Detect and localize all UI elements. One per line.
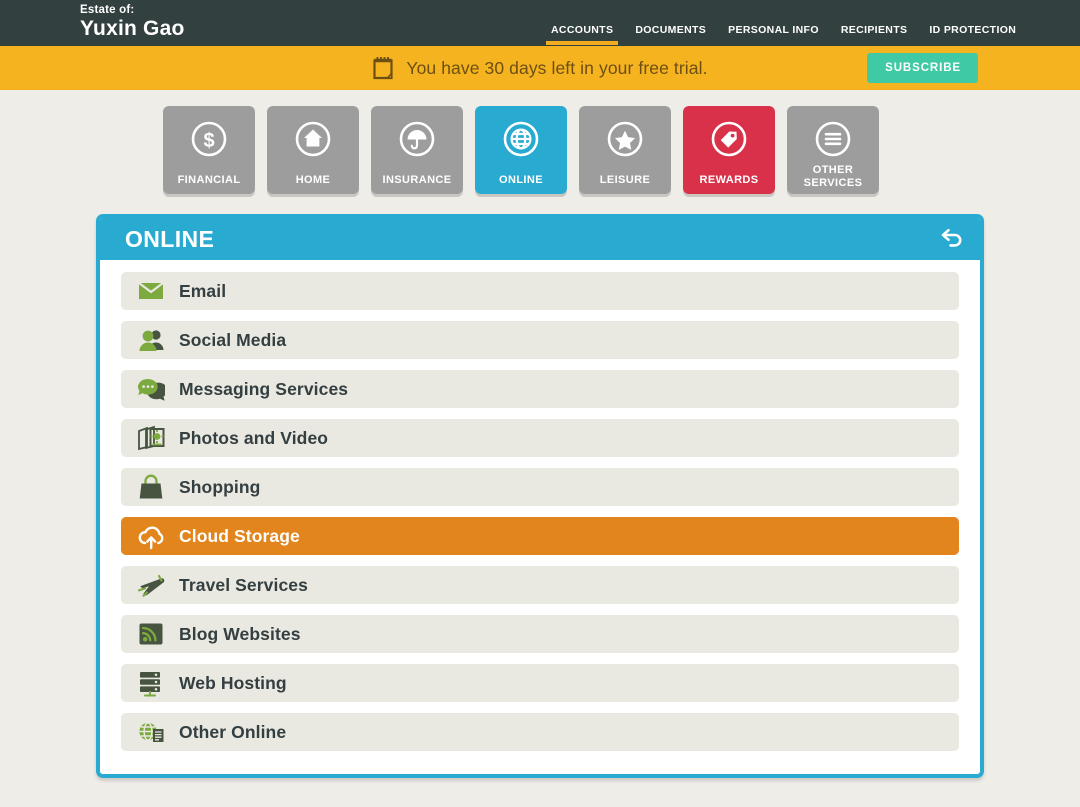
estate-owner-name: Yuxin Gao xyxy=(80,17,185,41)
tab-label: ONLINE xyxy=(499,174,543,195)
calendar-icon xyxy=(372,56,394,80)
nav-item-id-protection[interactable]: ID PROTECTION xyxy=(918,24,1027,45)
tab-label: INSURANCE xyxy=(383,174,452,195)
umbrella-circle-icon xyxy=(394,118,440,164)
main-navigation: ACCOUNTSDOCUMENTSPERSONAL INFORECIPIENTS… xyxy=(540,24,1027,45)
list-item[interactable]: Web Hosting xyxy=(121,664,959,702)
list-item[interactable]: Other Online xyxy=(121,713,959,751)
list-item[interactable]: Shopping xyxy=(121,468,959,506)
tab-label: LEISURE xyxy=(600,174,650,195)
list-item-label: Travel Services xyxy=(179,575,308,596)
list-item[interactable]: Cloud Storage xyxy=(121,517,959,555)
globe-document-icon xyxy=(137,718,165,746)
list-item-label: Social Media xyxy=(179,330,286,351)
people-icon xyxy=(137,326,165,354)
panel-header: ONLINE xyxy=(100,218,980,260)
globe-circle-icon xyxy=(498,118,544,164)
photos-icon xyxy=(137,424,165,452)
server-rack-icon xyxy=(137,669,165,697)
list-item[interactable]: Photos and Video xyxy=(121,419,959,457)
nav-item-documents[interactable]: DOCUMENTS xyxy=(624,24,717,45)
estate-of-label: Estate of: xyxy=(80,3,185,17)
online-category-panel: ONLINE Email Social Media Messaging Servic… xyxy=(96,214,984,778)
subscribe-button[interactable]: SUBSCRIBE xyxy=(867,53,978,83)
menu-circle-icon xyxy=(810,118,856,164)
nav-item-recipients[interactable]: RECIPIENTS xyxy=(830,24,919,45)
list-item-label: Messaging Services xyxy=(179,379,348,400)
list-item[interactable]: Email xyxy=(121,272,959,310)
tab-other-services[interactable]: OTHER SERVICES xyxy=(787,106,879,194)
tab-leisure[interactable]: LEISURE xyxy=(579,106,671,194)
trial-message-group: You have 30 days left in your free trial… xyxy=(372,56,707,80)
online-subcategory-list: Email Social Media Messaging Services Photo… xyxy=(100,260,980,774)
nav-item-accounts[interactable]: ACCOUNTS xyxy=(540,24,624,45)
tag-circle-icon xyxy=(706,118,752,164)
shopping-bag-icon xyxy=(137,473,165,501)
svg-text:$: $ xyxy=(203,130,214,152)
dollar-circle-icon: $ xyxy=(186,118,232,164)
tab-financial[interactable]: $ FINANCIAL xyxy=(163,106,255,194)
home-circle-icon xyxy=(290,118,336,164)
estate-block: Estate of: Yuxin Gao xyxy=(0,0,185,41)
list-item[interactable]: Travel Services xyxy=(121,566,959,604)
tab-label: HOME xyxy=(296,174,331,195)
cloud-upload-icon xyxy=(137,522,165,550)
trial-message-text: You have 30 days left in your free trial… xyxy=(406,58,707,79)
list-item-label: Photos and Video xyxy=(179,428,328,449)
category-tab-bar: $ FINANCIAL HOME INSURANCE ONLINE LEISURE REWA… xyxy=(0,90,1080,194)
tab-online[interactable]: ONLINE xyxy=(475,106,567,194)
list-item-label: Shopping xyxy=(179,477,260,498)
top-header-bar: Estate of: Yuxin Gao ACCOUNTSDOCUMENTSPE… xyxy=(0,0,1080,46)
envelope-icon xyxy=(137,277,165,305)
list-item-label: Web Hosting xyxy=(179,673,287,694)
rss-feed-icon xyxy=(137,620,165,648)
free-trial-banner: You have 30 days left in your free trial… xyxy=(0,46,1080,90)
list-item[interactable]: Blog Websites xyxy=(121,615,959,653)
list-item-label: Cloud Storage xyxy=(179,526,300,547)
nav-item-personal-info[interactable]: PERSONAL INFO xyxy=(717,24,830,45)
list-item-label: Email xyxy=(179,281,226,302)
chat-bubbles-icon xyxy=(137,375,165,403)
tab-rewards[interactable]: REWARDS xyxy=(683,106,775,194)
list-item[interactable]: Social Media xyxy=(121,321,959,359)
tab-label: FINANCIAL xyxy=(178,174,241,195)
list-item-label: Other Online xyxy=(179,722,286,743)
tab-insurance[interactable]: INSURANCE xyxy=(371,106,463,194)
page-title: ONLINE xyxy=(125,226,214,253)
tab-label: OTHER SERVICES xyxy=(804,164,863,197)
tab-label: REWARDS xyxy=(699,174,758,195)
airplane-icon xyxy=(137,571,165,599)
tab-home[interactable]: HOME xyxy=(267,106,359,194)
list-item[interactable]: Messaging Services xyxy=(121,370,959,408)
list-item-label: Blog Websites xyxy=(179,624,301,645)
back-arrow-icon[interactable] xyxy=(936,226,964,252)
star-circle-icon xyxy=(602,118,648,164)
